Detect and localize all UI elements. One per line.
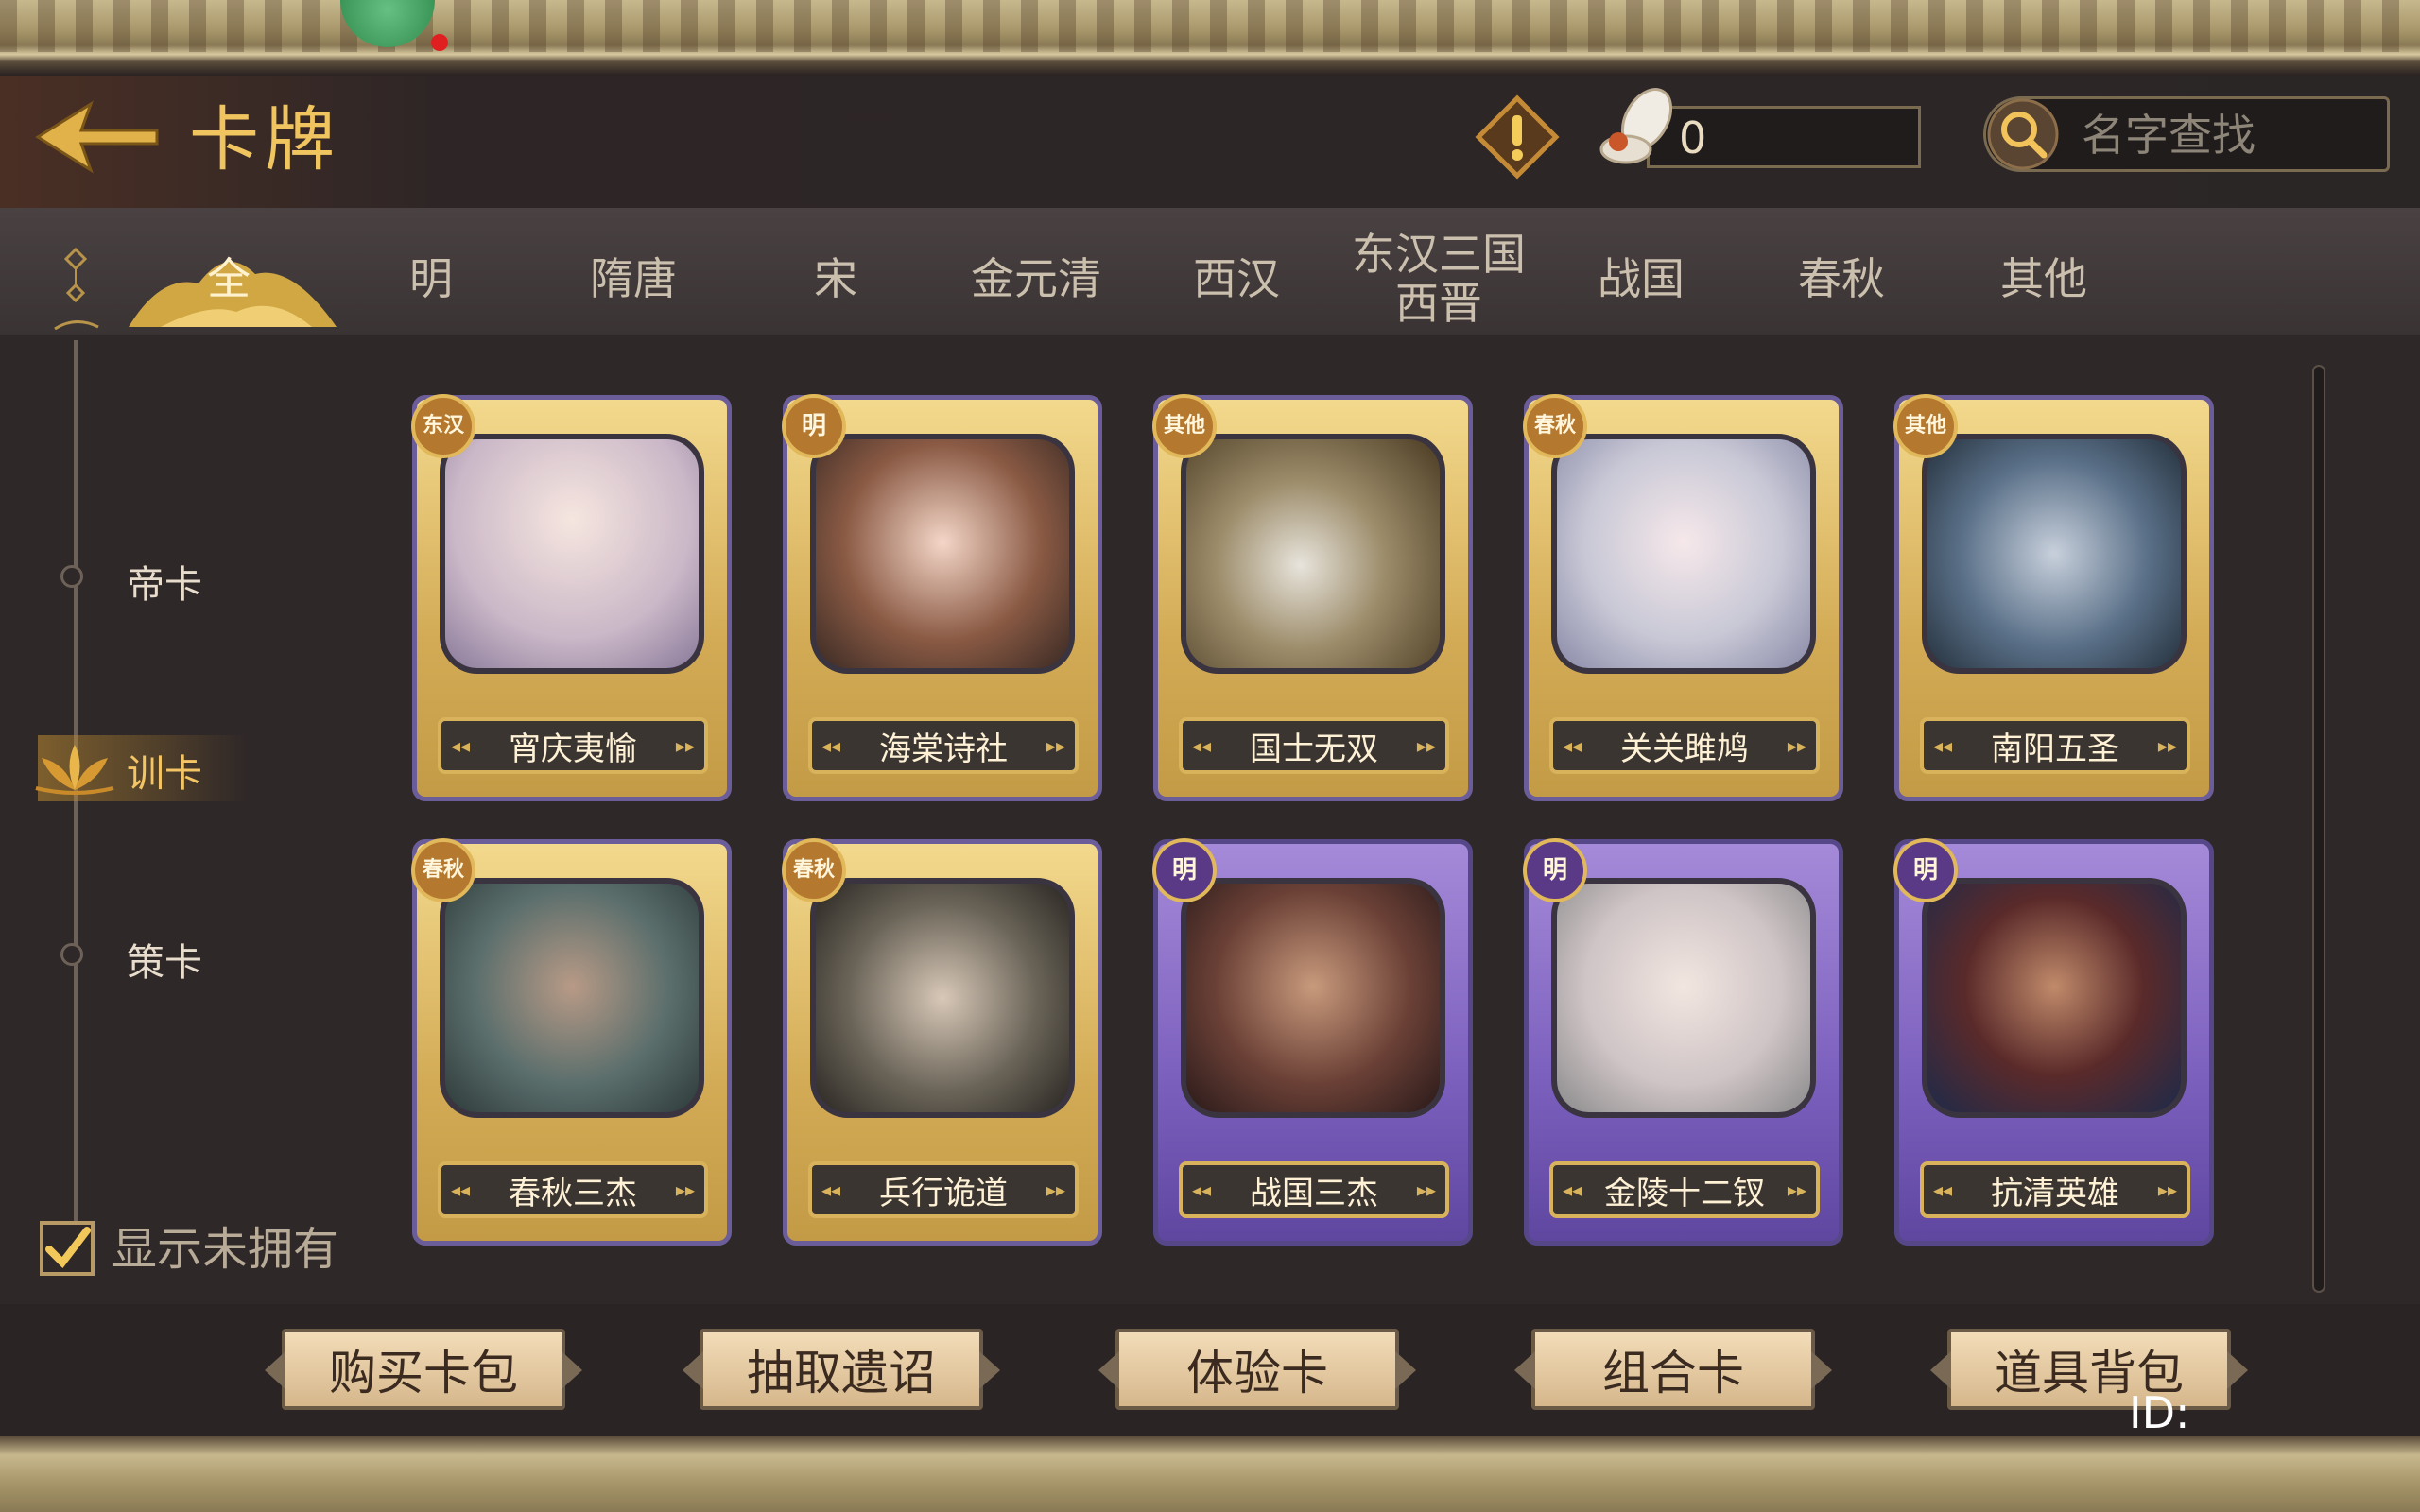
tab-xihan[interactable]: 西汉 [1142,217,1331,340]
tab-zhanguo[interactable]: 战国 [1547,217,1736,340]
card-portrait [1551,878,1816,1118]
tab-all[interactable]: 全 [134,217,323,340]
currency-value: 0 [1679,112,1707,163]
warning-icon [1475,94,1560,180]
card-name: 海棠诗社 [808,717,1079,774]
tab-other[interactable]: 其他 [1949,217,2138,340]
tab-chunqiu[interactable]: 春秋 [1747,217,1936,340]
era-badge: 东汉 [411,394,475,458]
card-portrait [1922,434,2187,674]
tab-ming[interactable]: 明 [337,217,526,340]
card-name: 抗清英雄 [1920,1161,2190,1218]
tab-song[interactable]: 宋 [741,217,930,340]
combo-card-button[interactable]: 组合卡 [1531,1329,1815,1410]
card-item[interactable]: 明 金陵十二钗 [1523,838,1843,1246]
era-badge: 明 [1893,838,1958,902]
era-badge: 明 [782,394,846,458]
sidebar-dot [60,943,83,966]
sidebar-item-xunKa[interactable]: 训卡 [127,743,202,798]
card-portrait [810,434,1075,674]
card-portrait [1551,434,1816,674]
card-name: 南阳五圣 [1920,717,2190,774]
checkmark-icon [45,1227,91,1269]
show-unowned-checkbox[interactable] [40,1221,95,1276]
card-item[interactable]: 其他 南阳五圣 [1893,394,2214,801]
tab-jinyuanqing[interactable]: 金元清 [942,217,1131,340]
card-portrait [1181,434,1445,674]
card-name: 金陵十二钗 [1549,1161,1820,1218]
lotus-icon [32,737,117,798]
era-badge: 春秋 [1523,394,1587,458]
back-button[interactable] [34,94,166,180]
back-arrow-icon [35,100,159,174]
era-badge: 春秋 [782,838,846,902]
card-item[interactable]: 明 战国三杰 [1152,838,1473,1246]
card-item[interactable]: 东汉 宵庆夷愉 [411,394,732,801]
notification-dot [431,34,448,51]
card-name: 兵行诡道 [808,1161,1079,1218]
era-badge: 春秋 [411,838,475,902]
era-badge: 其他 [1893,394,1958,458]
card-name: 国士无双 [1179,717,1449,774]
sidebar-item-ceKa[interactable]: 策卡 [127,932,202,987]
era-badge: 明 [1523,838,1587,902]
card-portrait [1181,878,1445,1118]
page-title: 卡牌 [189,99,340,180]
feather-currency-icon [1588,83,1683,178]
sidebar-item-diKa[interactable]: 帝卡 [127,554,202,609]
card-item[interactable]: 春秋 关关雎鸠 [1523,394,1843,801]
card-item[interactable]: 明 海棠诗社 [782,394,1102,801]
card-item[interactable]: 春秋 兵行诡道 [782,838,1102,1246]
tab-suitang[interactable]: 隋唐 [539,217,728,340]
show-unowned-label: 显示未拥有 [112,1223,339,1276]
bottom-decorative-strip [0,1436,2420,1512]
draw-edict-button[interactable]: 抽取遗诏 [700,1329,983,1410]
era-badge: 其他 [1152,394,1217,458]
trial-card-button[interactable]: 体验卡 [1115,1329,1399,1410]
card-name: 战国三杰 [1179,1161,1449,1218]
card-grid-scrollbar[interactable] [2312,365,2325,1293]
card-portrait [440,434,704,674]
card-item[interactable]: 明 抗清英雄 [1893,838,2214,1246]
card-item[interactable]: 其他 国士无双 [1152,394,1473,801]
card-portrait [440,878,704,1118]
sidebar-dot [60,565,83,588]
warning-button[interactable] [1475,94,1560,180]
search-icon[interactable] [1985,96,2061,172]
search-input[interactable] [2080,104,2377,166]
buy-card-pack-button[interactable]: 购买卡包 [282,1329,565,1410]
card-portrait [1922,878,2187,1118]
card-portrait [810,878,1075,1118]
card-name: 春秋三杰 [438,1161,708,1218]
tab-donghan-sanguo-xijin[interactable]: 东汉三国 西晋 [1344,217,1533,340]
tabs-ornament [47,244,104,343]
card-name: 宵庆夷愉 [438,717,708,774]
era-badge: 明 [1152,838,1217,902]
card-name: 关关雎鸠 [1549,717,1820,774]
card-item[interactable]: 春秋 春秋三杰 [411,838,732,1246]
